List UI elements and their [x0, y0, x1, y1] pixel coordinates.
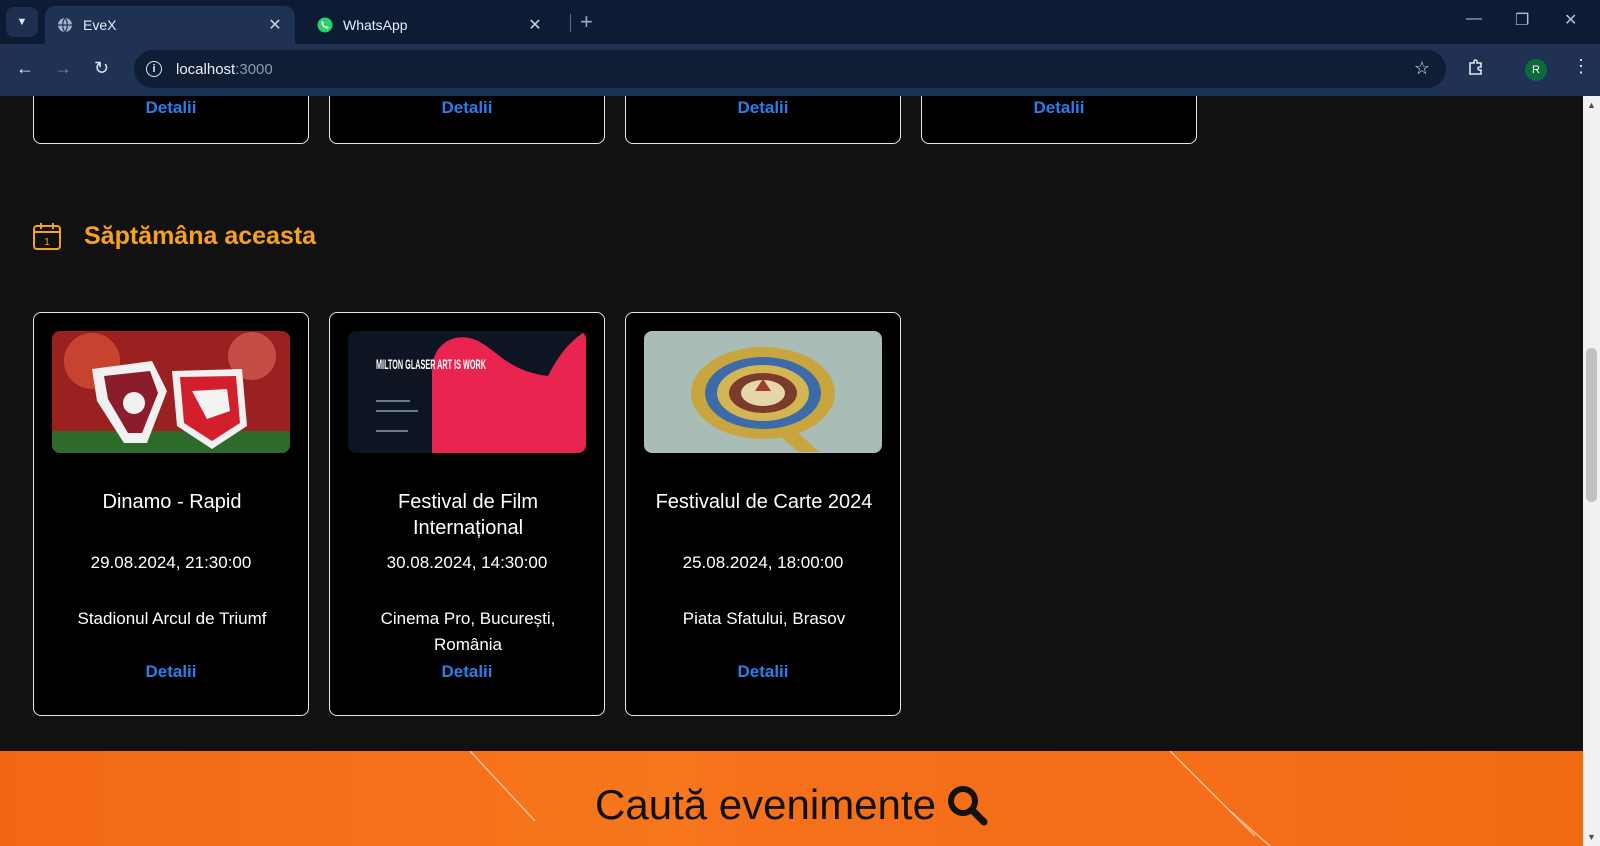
event-date: 29.08.2024, 21:30:00 [90, 553, 252, 572]
new-tab-plus-icon[interactable]: + [580, 9, 593, 35]
url-text: localhost:3000 [176, 60, 273, 78]
browser-tabstrip: ▼ EveX ✕ WhatsApp ✕ + — ❐ ✕ [0, 0, 1600, 44]
banner-title-row: Caută evenimente [0, 781, 1583, 829]
details-link[interactable]: Detalii [330, 98, 604, 118]
scroll-down-icon[interactable]: ▼ [1587, 832, 1596, 842]
page-scrollbar[interactable]: ▲ ▼ [1583, 96, 1600, 846]
section-title: Săptămâna aceasta [84, 221, 317, 250]
tab-separator [570, 14, 571, 32]
address-bar[interactable]: i localhost:3000 ☆ [134, 50, 1446, 88]
details-link[interactable]: Detalii [626, 662, 900, 682]
event-location: Stadionul Arcul de Triumf [77, 609, 267, 628]
tab-whatsapp[interactable]: WhatsApp ✕ [305, 6, 555, 44]
event-date: 25.08.2024, 18:00:00 [682, 553, 844, 572]
details-link[interactable]: Detalii [626, 98, 900, 118]
event-card: Detalii [625, 96, 901, 144]
more-options-icon[interactable]: ⋮ [1572, 56, 1590, 77]
section-heading: 1 Săptămâna aceasta [32, 221, 316, 251]
details-link[interactable]: Detalii [34, 662, 308, 682]
tab-evex[interactable]: EveX ✕ [45, 6, 295, 44]
chevron-down-icon: ▼ [16, 16, 28, 28]
event-title: Dinamo - Rapid [102, 491, 242, 513]
window-close-icon[interactable]: ✕ [1564, 10, 1577, 30]
svg-text:MILTON GLASER ART IS WORK: MILTON GLASER ART IS WORK [376, 356, 486, 372]
event-image [52, 331, 290, 453]
event-date: 30.08.2024, 14:30:00 [386, 553, 548, 572]
event-card: Festivalul de Carte 2024 25.08.2024, 18:… [625, 312, 901, 716]
event-card: Detalii [329, 96, 605, 144]
calendar-icon: 1 [33, 223, 61, 250]
site-info-icon[interactable]: i [146, 61, 162, 77]
event-location: Piata Sfatului, Brasov [682, 609, 846, 628]
event-location: Cinema Pro, București, România [380, 609, 556, 654]
details-link[interactable]: Detalii [34, 98, 308, 118]
banner-title: Caută evenimente [595, 781, 936, 828]
reload-icon[interactable]: ↻ [94, 58, 109, 79]
event-image [644, 331, 882, 453]
event-title: Festival de Film Internațional [397, 491, 539, 539]
event-title: Festivalul de Carte 2024 [655, 491, 873, 513]
event-card: Detalii [33, 96, 309, 144]
search-icon [947, 786, 988, 826]
scrollbar-thumb[interactable] [1586, 348, 1597, 502]
tab-title: EveX [83, 17, 117, 33]
tab-title: WhatsApp [343, 17, 408, 33]
details-link[interactable]: Detalii [922, 98, 1196, 118]
forward-arrow-icon[interactable]: → [54, 58, 72, 79]
details-link[interactable]: Detalii [330, 662, 604, 682]
profile-avatar[interactable]: R [1525, 59, 1547, 81]
back-arrow-icon[interactable]: ← [16, 58, 34, 79]
globe-icon [58, 17, 72, 33]
whatsapp-icon [317, 17, 333, 33]
event-card: Detalii [921, 96, 1197, 144]
extensions-puzzle-icon[interactable] [1467, 58, 1485, 76]
event-card: MILTON GLASER ART IS WORK Festival de Fi… [329, 312, 605, 716]
scroll-up-icon[interactable]: ▲ [1587, 100, 1596, 110]
event-image: MILTON GLASER ART IS WORK [348, 331, 586, 453]
minimize-icon[interactable]: — [1466, 10, 1482, 28]
bookmark-star-icon[interactable]: ☆ [1414, 58, 1430, 79]
browser-toolbar: ← → ↻ i localhost:3000 ☆ R ⋮ [0, 44, 1600, 96]
tab-search-button[interactable]: ▼ [6, 7, 38, 37]
svg-text:1: 1 [44, 237, 50, 248]
restore-icon[interactable]: ❐ [1515, 10, 1529, 30]
close-icon[interactable]: ✕ [265, 15, 285, 35]
page-viewport: Detalii Detalii Detalii Detalii 1 Săptăm… [0, 96, 1583, 846]
search-events-banner[interactable]: Caută evenimente [0, 751, 1583, 846]
close-icon[interactable]: ✕ [525, 15, 545, 35]
event-card: Dinamo - Rapid 29.08.2024, 21:30:00 Stad… [33, 312, 309, 716]
